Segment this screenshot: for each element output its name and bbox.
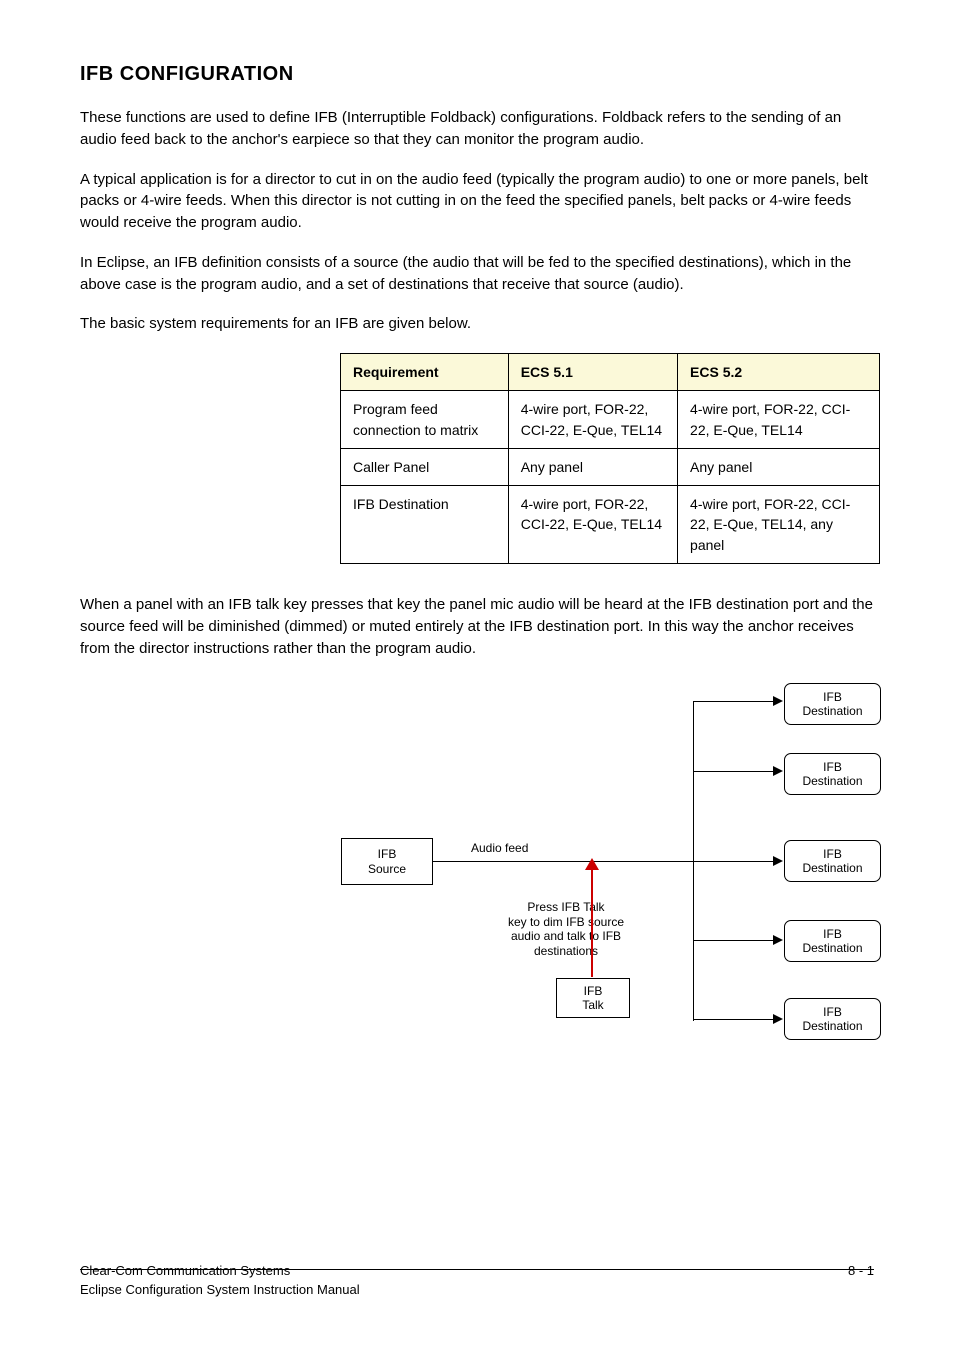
line <box>693 940 775 941</box>
cell: Caller Panel <box>341 448 509 485</box>
cell: 4-wire port, FOR-22, CCI-22, E-Que, TEL1… <box>508 486 677 564</box>
cell: Any panel <box>508 448 677 485</box>
ifb-source-box: IFBSource <box>341 838 433 885</box>
after-table-paragraph: When a panel with an IFB talk key presse… <box>80 594 874 659</box>
table-header-row: Requirement ECS 5.1 ECS 5.2 <box>341 354 880 391</box>
press-ifb-note: Press IFB Talkkey to dim IFB sourceaudio… <box>486 900 646 958</box>
line <box>433 861 693 862</box>
intro-paragraph-4: The basic system requirements for an IFB… <box>80 313 874 335</box>
table-row: Program feed connection to matrix 4-wire… <box>341 391 880 449</box>
audio-feed-label: Audio feed <box>471 841 528 855</box>
ifb-talk-line <box>591 865 593 977</box>
intro-paragraph-2: A typical application is for a director … <box>80 169 874 234</box>
cell: Any panel <box>678 448 880 485</box>
intro-paragraph-1: These functions are used to define IFB (… <box>80 107 874 151</box>
ifb-destination-box: IFBDestination <box>784 753 881 795</box>
footer-page-number: 8 - 1 <box>848 1262 874 1300</box>
line <box>693 701 775 702</box>
requirements-table: Requirement ECS 5.1 ECS 5.2 Program feed… <box>340 353 880 564</box>
arrow-right-icon <box>773 696 783 706</box>
th-requirement: Requirement <box>341 354 509 391</box>
section-title: IFB CONFIGURATION <box>80 60 874 89</box>
ifb-talk-box: IFBTalk <box>556 978 630 1018</box>
th-ecs51: ECS 5.1 <box>508 354 677 391</box>
cell: 4-wire port, FOR-22, CCI-22, E-Que, TEL1… <box>678 391 880 449</box>
ifb-destination-box: IFBDestination <box>784 840 881 882</box>
line <box>693 1019 775 1020</box>
intro-paragraph-3: In Eclipse, an IFB definition consists o… <box>80 252 874 296</box>
ifb-destination-box: IFBDestination <box>784 683 881 725</box>
page-footer: Clear-Com Communication Systems Eclipse … <box>80 1262 874 1300</box>
footer-left: Clear-Com Communication Systems Eclipse … <box>80 1262 360 1300</box>
ifb-destination-box: IFBDestination <box>784 920 881 962</box>
arrow-right-icon <box>773 1014 783 1024</box>
th-ecs52: ECS 5.2 <box>678 354 880 391</box>
arrow-right-icon <box>773 935 783 945</box>
arrow-up-icon <box>585 858 599 870</box>
table-row: Caller Panel Any panel Any panel <box>341 448 880 485</box>
line <box>693 771 775 772</box>
cell: 4-wire port, FOR-22, CCI-22, E-Que, TEL1… <box>508 391 677 449</box>
arrow-right-icon <box>773 766 783 776</box>
table-row: IFB Destination 4-wire port, FOR-22, CCI… <box>341 486 880 564</box>
arrow-right-icon <box>773 856 783 866</box>
ifb-destination-box: IFBDestination <box>784 998 881 1040</box>
line <box>693 861 775 862</box>
cell: IFB Destination <box>341 486 509 564</box>
cell: Program feed connection to matrix <box>341 391 509 449</box>
cell: 4-wire port, FOR-22, CCI-22, E-Que, TEL1… <box>678 486 880 564</box>
ifb-diagram: IFBSource IFBDestination IFBDestination … <box>340 677 882 1049</box>
